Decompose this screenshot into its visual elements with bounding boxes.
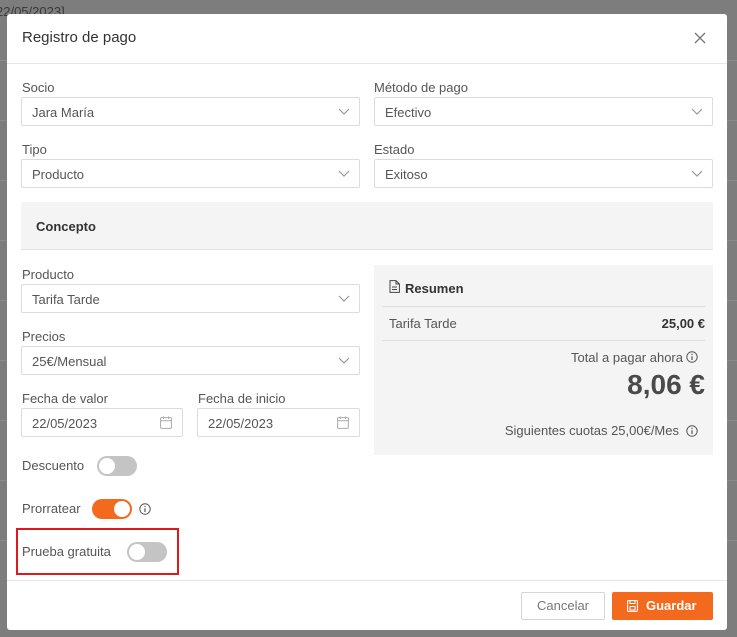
highlight-annotation: [16, 528, 179, 575]
calendar-icon: [160, 416, 172, 429]
fecha-inicio-input[interactable]: 22/05/2023: [197, 408, 360, 437]
metodo-label: Método de pago: [374, 80, 468, 95]
metodo-select[interactable]: Efectivo: [374, 97, 713, 126]
tipo-value: Producto: [32, 167, 85, 182]
toggle-knob: [99, 458, 115, 474]
save-icon: [627, 600, 638, 612]
concept-section-header: Concepto: [21, 202, 713, 250]
modal-header: Registro de pago: [7, 14, 727, 64]
tipo-select[interactable]: Producto: [21, 159, 360, 188]
modal-title: Registro de pago: [22, 29, 137, 46]
precios-select[interactable]: 25€/Mensual: [21, 346, 360, 375]
document-icon: [389, 280, 400, 293]
producto-select[interactable]: Tarifa Tarde: [21, 284, 360, 313]
calendar-icon: [337, 416, 349, 429]
descuento-toggle[interactable]: [97, 456, 137, 476]
estado-value: Exitoso: [385, 167, 428, 182]
prorratear-label: Prorratear: [22, 501, 81, 516]
chevron-down-icon: [338, 295, 350, 302]
chevron-down-icon: [338, 357, 350, 364]
summary-divider: [382, 306, 705, 307]
chevron-down-icon: [338, 108, 350, 115]
total-amount: 8,06 €: [627, 369, 705, 400]
estado-label: Estado: [374, 142, 415, 157]
fecha-valor-input[interactable]: 22/05/2023: [21, 408, 183, 437]
toggle-knob: [114, 501, 130, 517]
summary-title: Resumen: [405, 281, 464, 296]
chevron-down-icon: [338, 170, 350, 177]
summary-divider: [382, 340, 705, 341]
fecha-inicio-value: 22/05/2023: [208, 416, 274, 431]
precios-value: 25€/Mensual: [32, 354, 107, 369]
chevron-down-icon: [691, 170, 703, 177]
close-icon[interactable]: [693, 31, 707, 45]
save-button-label: Guardar: [646, 598, 697, 613]
total-label: Total a pagar ahora: [570, 350, 683, 365]
summary-panel: Resumen Tarifa Tarde 25,00 € Total a pag…: [374, 265, 713, 455]
producto-label: Producto: [22, 267, 75, 282]
info-icon[interactable]: [686, 425, 698, 437]
producto-value: Tarifa Tarde: [32, 292, 100, 307]
socio-label: Socio: [22, 80, 55, 95]
payment-modal: Registro de pago Socio Jara María Método…: [7, 14, 727, 630]
chevron-down-icon: [691, 108, 703, 115]
fecha-inicio-label: Fecha de inicio: [198, 391, 286, 406]
info-icon[interactable]: [686, 351, 698, 363]
precios-label: Precios: [22, 329, 66, 344]
summary-item-name: Tarifa Tarde: [389, 316, 457, 331]
info-icon[interactable]: [139, 503, 151, 515]
fecha-valor-value: 22/05/2023: [32, 416, 98, 431]
socio-select[interactable]: Jara María: [21, 97, 360, 126]
fecha-valor-label: Fecha de valor: [22, 391, 108, 406]
next-fees-label: Siguientes cuotas 25,00€/Mes: [504, 423, 679, 438]
save-button[interactable]: Guardar: [612, 592, 713, 620]
summary-item-price: 25,00 €: [661, 316, 705, 331]
socio-value: Jara María: [32, 105, 95, 120]
metodo-value: Efectivo: [385, 105, 432, 120]
cancel-button[interactable]: Cancelar: [521, 592, 605, 620]
modal-footer: Cancelar Guardar: [7, 580, 727, 630]
concept-heading: Concepto: [36, 219, 96, 234]
tipo-label: Tipo: [22, 142, 47, 157]
descuento-label: Descuento: [22, 458, 85, 473]
estado-select[interactable]: Exitoso: [374, 159, 713, 188]
prorratear-toggle[interactable]: [92, 499, 132, 519]
